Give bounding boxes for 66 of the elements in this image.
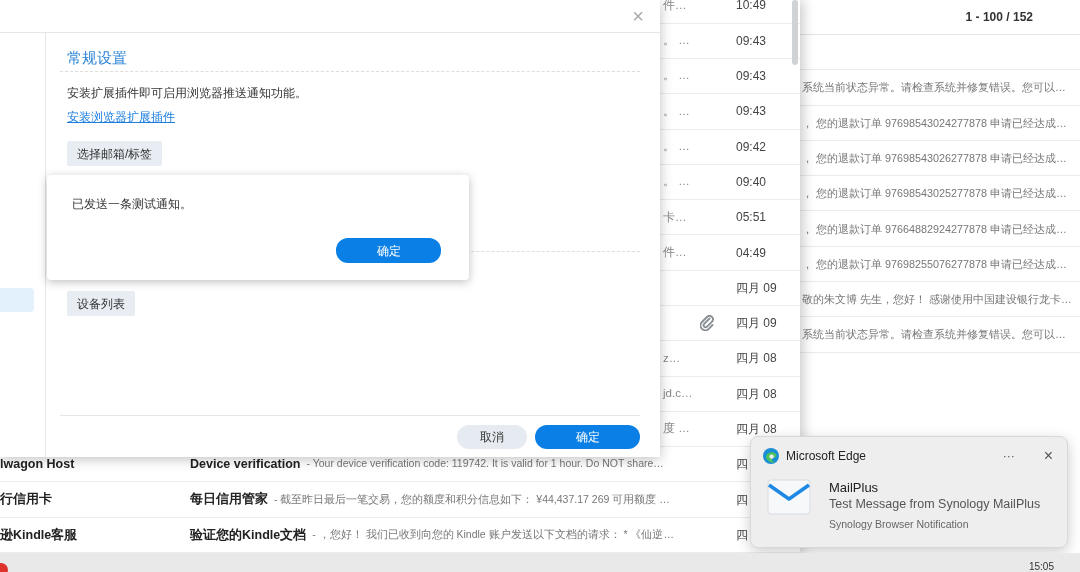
device-list-button[interactable]: 设备列表 (67, 291, 135, 316)
email-snippet: 度 … (663, 421, 690, 437)
notification-source: Synology Browser Notification (829, 517, 970, 532)
email-snippet: 件… (663, 0, 687, 13)
sender-name: 逊Kindle客服 (0, 527, 78, 542)
alert-message: 已发送一条测试通知。 (72, 196, 193, 213)
app-name: Microsoft Edge (786, 448, 867, 465)
email-preview: 敬的朱文博 先生，您好！ 感谢使用中国建设银行龙卡… (802, 292, 1072, 308)
email-preview: 系统当前状态异常。请检查系统并修复错误。您可以… (802, 80, 1066, 96)
email-date: 05:51 (736, 210, 767, 225)
email-date: 四 (736, 527, 748, 542)
scrollbar-thumb[interactable] (792, 0, 798, 65)
email-subject: 验证您的Kindle文档 (190, 526, 307, 544)
close-button[interactable]: × (1043, 448, 1053, 464)
email-preview: - Your device verification code: 119742. It is valid for 1 hour. Do NOT share… (306, 456, 664, 472)
email-snippet: z… (663, 350, 681, 366)
email-date: 四月 08 (736, 386, 777, 401)
envelope-icon (767, 479, 811, 515)
description-text: 安装扩展插件即可启用浏览器推送通知功能。 (67, 85, 308, 102)
section-title: 常规设置 (60, 48, 640, 72)
email-date: 09:40 (736, 174, 767, 189)
confirm-button[interactable]: 确定 (336, 238, 441, 263)
email-subject: Device verification (190, 455, 301, 473)
email-date: 09:42 (736, 139, 767, 154)
email-preview: - ，您好！ 我们已收到向您的 Kindle 账户发送以下文档的请求： * 《仙逆… (312, 527, 674, 543)
email-date: 四 (736, 457, 748, 472)
notification-message: Test Message from Synology MailPlus (829, 496, 1041, 513)
email-preview: ， 您的退款订单 97698255076277878 申请已经达成… (802, 256, 1067, 272)
sender-name: lwagon Host (0, 456, 75, 471)
email-snippet: 。 … (663, 139, 690, 154)
email-snippet: 。 … (663, 68, 690, 84)
email-date: 09:43 (736, 104, 767, 119)
email-date: 四月 09 (736, 316, 777, 331)
email-date: 10:49 (736, 0, 767, 13)
email-subject: 每日信用管家 (190, 490, 268, 509)
email-preview: ， 您的退款订单 97698543025277878 申请已经达成… (802, 186, 1067, 202)
email-snippet: 件… (663, 244, 687, 260)
email-snippet: jd.c… (663, 386, 693, 402)
email-snippet: 。 … (663, 33, 690, 49)
email-date: 04:49 (736, 245, 767, 260)
confirm-button[interactable]: 确定 (535, 424, 640, 449)
email-date: 四 (736, 492, 748, 507)
email-date: 09:43 (736, 33, 767, 48)
email-snippet: 卡… (663, 209, 687, 225)
browser-logo-icon (763, 448, 779, 464)
install-extension-link[interactable]: 安装浏览器扩展插件 (67, 108, 175, 126)
sidebar-item[interactable] (0, 288, 34, 312)
email-preview: - 截至昨日最后一笔交易，您的额度和积分信息如下： ¥44,437.17 269 可用额度 … (274, 491, 670, 507)
email-preview: ， 您的退款订单 97698543026277878 申请已经达成… (802, 150, 1067, 166)
select-mailbox-button[interactable]: 选择邮箱/标签 (67, 141, 163, 166)
email-snippet: 。 … (663, 174, 690, 190)
notification-title: MailPlus (829, 479, 880, 496)
email-preview: 系统当前状态异常。请检查系统并修复错误。您可以… (802, 327, 1066, 343)
email-preview: ， 您的退款订单 97698543024277878 申请已经达成… (802, 115, 1067, 131)
sender-name: 行信用卡 (0, 492, 52, 507)
notification-toast[interactable]: Microsoft Edge ··· × MailPlus Test Message from Synology MailPlus Synology Browser Notification (750, 436, 1068, 548)
email-date: 四月 08 (736, 351, 777, 366)
more-options-button[interactable]: ··· (1002, 447, 1015, 465)
email-date: 四月 08 (736, 422, 777, 436)
email-date: 09:43 (736, 69, 767, 84)
email-snippet: 。 … (663, 103, 690, 119)
pagination-text: 1 - 100 / 152 (965, 9, 1033, 26)
cancel-button[interactable]: 取消 (457, 424, 527, 449)
email-date: 四月 09 (736, 280, 777, 295)
email-preview: ， 您的退款订单 97664882924277878 申请已经达成… (802, 221, 1067, 237)
clock-time: 15:05 (1028, 561, 1054, 572)
